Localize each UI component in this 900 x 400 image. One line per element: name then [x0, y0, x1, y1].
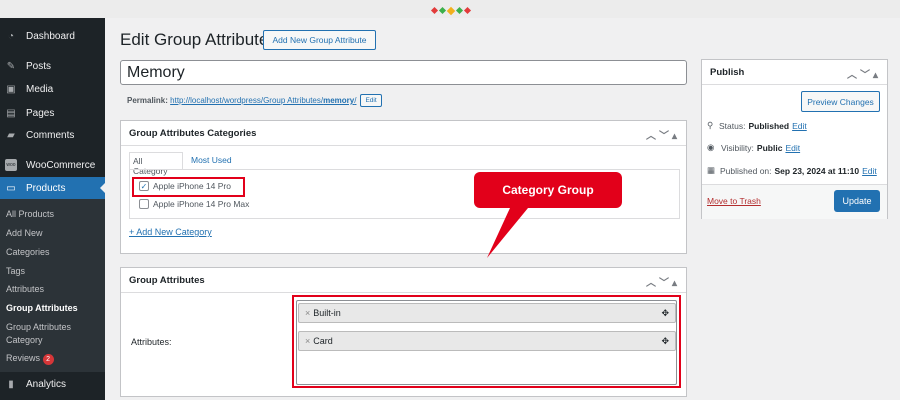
box-controls[interactable]: ︿﹀▴: [646, 274, 680, 289]
pin-icon: ✎: [6, 60, 16, 72]
menu-products[interactable]: ▭ Products: [0, 177, 105, 199]
menu-pages[interactable]: ▤ Pages: [0, 102, 105, 124]
submenu-group-attributes[interactable]: Group Attributes: [6, 303, 78, 313]
reviews-label: Reviews: [6, 353, 41, 363]
move-to-trash-link[interactable]: Move to Trash: [707, 196, 761, 206]
dashboard-icon: ◔: [7, 30, 15, 42]
category-label: Apple iPhone 14 Pro: [153, 181, 231, 191]
decor-dot: [455, 6, 464, 15]
permalink-link[interactable]: http://localhost/wordpress/Group Attribu…: [170, 96, 356, 105]
attributes-label: Attributes:: [131, 337, 172, 347]
submenu-categories[interactable]: Categories: [6, 247, 50, 257]
pages-icon: ▤: [6, 107, 16, 119]
menu-woocommerce[interactable]: woo WooCommerce: [0, 154, 105, 176]
menu-posts[interactable]: ✎ Posts: [0, 55, 105, 77]
menu-label: WooCommerce: [26, 159, 96, 171]
menu-analytics[interactable]: ▮ Analytics: [0, 373, 105, 395]
admin-sidebar: ◔ Dashboard ✎ Posts ▣ Media ▤ Pages ▰ Comment…: [0, 18, 105, 400]
decor-dot: [446, 6, 456, 16]
published-edit-link[interactable]: Edit: [862, 166, 877, 176]
remove-icon[interactable]: ×: [305, 336, 310, 346]
permalink: Permalink: http://localhost/wordpress/Gr…: [127, 94, 382, 107]
menu-label: Comments: [26, 129, 75, 141]
preview-changes-button[interactable]: Preview Changes: [801, 91, 880, 112]
permalink-edit-button[interactable]: Edit: [360, 94, 382, 107]
box-controls[interactable]: ︿﹀▴: [847, 66, 881, 81]
menu-label: Dashboard: [26, 30, 75, 42]
category-label: Apple iPhone 14 Pro Max: [153, 199, 250, 209]
checkbox-checked[interactable]: ✓: [139, 181, 149, 191]
menu-label: Products: [26, 182, 66, 194]
menu-label: Media: [26, 83, 54, 95]
status-row: ⚲ Status: Published Edit: [707, 120, 807, 131]
attribute-tag[interactable]: × Card ✥: [298, 331, 676, 351]
media-icon: ▣: [6, 83, 16, 95]
remove-icon[interactable]: ×: [305, 308, 310, 318]
decor-dot: [430, 6, 439, 15]
add-new-group-attribute-button[interactable]: Add New Group Attribute: [263, 30, 376, 50]
submenu-tags[interactable]: Tags: [6, 266, 25, 276]
menu-label: Analytics: [26, 378, 67, 390]
group-attributes-header: Group Attributes ︿﹀▴: [121, 268, 686, 293]
submenu-attributes[interactable]: Attributes: [6, 284, 44, 294]
status-edit-link[interactable]: Edit: [792, 121, 807, 131]
submenu-group-attributes-category-2[interactable]: Category: [6, 335, 43, 345]
move-icon[interactable]: ✥: [661, 308, 669, 319]
box-title: Publish: [710, 66, 745, 78]
window-top-bar: [0, 0, 900, 18]
move-icon[interactable]: ✥: [661, 336, 669, 347]
menu-comments[interactable]: ▰ Comments: [0, 124, 105, 146]
box-controls[interactable]: ︿﹀▴: [646, 127, 680, 142]
comment-icon: ▰: [7, 129, 15, 141]
submenu-add-new[interactable]: Add New: [6, 228, 43, 238]
submenu-reviews[interactable]: Reviews 2: [6, 353, 54, 365]
update-button[interactable]: Update: [834, 190, 880, 212]
reviews-badge: 2: [42, 354, 54, 365]
box-title: Group Attributes: [129, 274, 205, 286]
visibility-row: ◉ Visibility: Public Edit: [707, 142, 801, 153]
woo-icon: woo: [5, 159, 17, 171]
products-submenu: All Products Add New Categories Tags Att…: [0, 199, 105, 372]
callout-label: Category Group: [502, 183, 594, 197]
menu-label: Pages: [26, 107, 55, 119]
tag-label: Built-in: [313, 308, 341, 318]
submenu-all-products[interactable]: All Products: [6, 209, 54, 219]
published-row: ▦ Published on: Sep 23, 2024 at 11:10 Edit: [707, 165, 877, 176]
category-item[interactable]: ✓ Apple iPhone 14 Pro: [139, 181, 231, 191]
tag-label: Card: [313, 336, 333, 346]
menu-label: Posts: [26, 60, 52, 72]
menu-dashboard[interactable]: ◔ Dashboard: [0, 25, 105, 47]
tab-all-category[interactable]: All Category: [129, 152, 183, 176]
archive-icon: ▭: [6, 182, 16, 194]
submenu-group-attributes-category[interactable]: Group Attributes: [6, 322, 71, 332]
checkbox[interactable]: [139, 199, 149, 209]
attribute-tag[interactable]: × Built-in ✥: [298, 303, 676, 323]
categories-box-header: Group Attributes Categories ︿﹀▴: [121, 121, 686, 146]
current-arrow: [95, 183, 105, 193]
decor-dot: [438, 6, 447, 15]
permalink-label: Permalink:: [127, 96, 168, 105]
box-title: Group Attributes Categories: [129, 127, 257, 139]
page-title: Edit Group Attribute: [120, 30, 269, 49]
calendar-icon: ▦: [707, 165, 716, 175]
add-new-category-link[interactable]: + Add New Category: [129, 227, 212, 237]
category-item[interactable]: Apple iPhone 14 Pro Max: [139, 199, 249, 209]
tab-most-used[interactable]: Most Used: [191, 155, 232, 165]
chart-icon: ▮: [8, 378, 14, 390]
publish-header: Publish ︿﹀▴: [702, 60, 887, 85]
menu-media[interactable]: ▣ Media: [0, 78, 105, 100]
eye-icon: ◉: [707, 142, 715, 152]
visibility-edit-link[interactable]: Edit: [785, 143, 800, 153]
title-input[interactable]: Memory: [120, 60, 687, 85]
decor-dot: [463, 6, 472, 15]
pin-icon: ⚲: [707, 120, 714, 130]
